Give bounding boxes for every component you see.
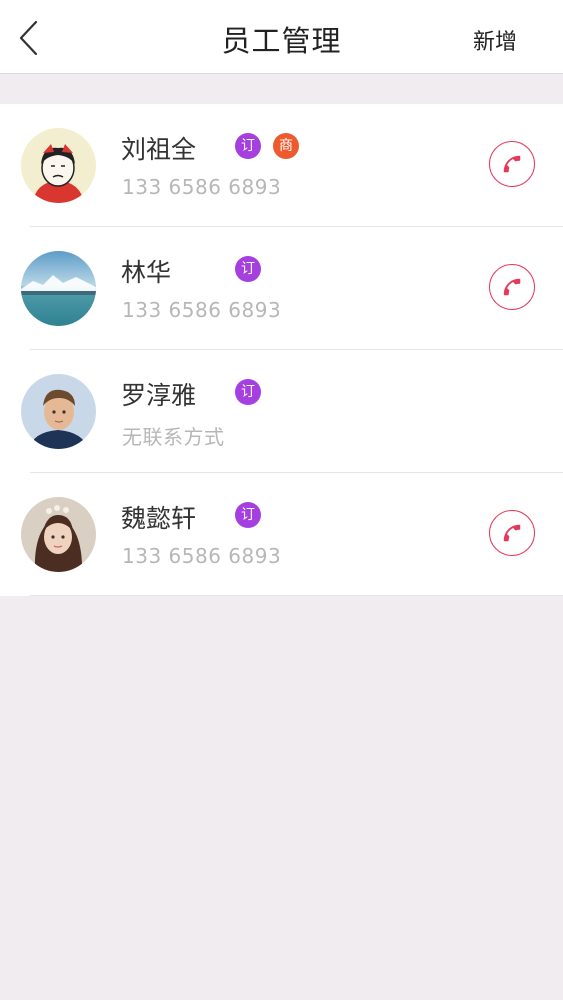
employee-name: 魏懿轩: [121, 504, 197, 533]
order-badge: 订: [235, 379, 261, 405]
employee-row[interactable]: 刘祖全 订 商 133 6586 6893: [0, 104, 563, 227]
employee-row[interactable]: 魏懿轩 订 133 6586 6893: [0, 473, 563, 596]
avatar: [21, 497, 96, 572]
employee-row[interactable]: 林华 订 133 6586 6893: [0, 227, 563, 350]
avatar: [21, 374, 96, 449]
phone-icon: [503, 155, 521, 173]
order-badge: 订: [235, 256, 261, 282]
avatar: [21, 251, 96, 326]
avatar: [21, 128, 96, 203]
employee-row[interactable]: 罗淳雅 订 无联系方式: [0, 350, 563, 473]
phone-icon: [503, 524, 521, 542]
employee-name: 罗淳雅: [121, 381, 197, 410]
order-badge: 订: [235, 502, 261, 528]
order-badge: 订: [235, 133, 261, 159]
employee-phone: 133 6586 6893: [122, 175, 282, 199]
employee-phone: 133 6586 6893: [122, 298, 282, 322]
call-button[interactable]: [489, 264, 535, 310]
employee-name: 刘祖全: [121, 135, 197, 164]
employee-phone: 133 6586 6893: [122, 544, 282, 568]
employee-phone: 无联系方式: [122, 425, 225, 449]
employee-name: 林华: [121, 258, 172, 287]
nav-bar: 员工管理 新增: [0, 0, 563, 74]
employee-list: 刘祖全 订 商 133 6586 6893 林华 订 133 6586 6893…: [0, 104, 563, 596]
row-divider: [30, 595, 563, 596]
add-employee-button[interactable]: 新增: [473, 24, 517, 56]
call-button[interactable]: [489, 510, 535, 556]
phone-icon: [503, 278, 521, 296]
merchant-badge: 商: [273, 133, 299, 159]
call-button[interactable]: [489, 141, 535, 187]
